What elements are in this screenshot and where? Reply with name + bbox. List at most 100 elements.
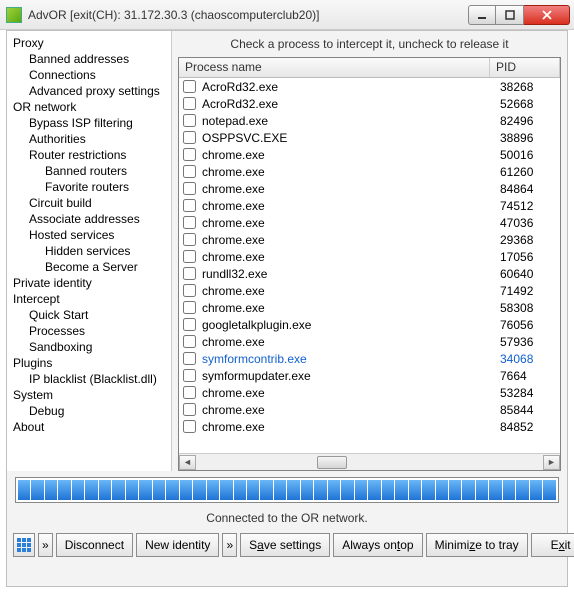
process-name: AcroRd32.exe [202, 97, 500, 111]
process-checkbox[interactable] [183, 216, 196, 229]
col-process-name[interactable]: Process name [179, 58, 490, 77]
process-checkbox[interactable] [183, 386, 196, 399]
tree-item[interactable]: IP blacklist (Blacklist.dll) [9, 371, 169, 387]
expand-icon-button[interactable] [13, 533, 35, 557]
tree-item[interactable]: OR network [9, 99, 169, 115]
tree-item[interactable]: Authorities [9, 131, 169, 147]
process-row[interactable]: chrome.exe17056 [179, 248, 560, 265]
process-row[interactable]: chrome.exe84864 [179, 180, 560, 197]
process-row[interactable]: AcroRd32.exe38268 [179, 78, 560, 95]
process-row[interactable]: chrome.exe74512 [179, 197, 560, 214]
tree-item[interactable]: Hidden services [9, 243, 169, 259]
process-row[interactable]: chrome.exe57936 [179, 333, 560, 350]
process-checkbox[interactable] [183, 97, 196, 110]
process-checkbox[interactable] [183, 335, 196, 348]
tree-item[interactable]: Processes [9, 323, 169, 339]
scroll-track[interactable] [196, 455, 543, 470]
process-row[interactable]: symformupdater.exe7664 [179, 367, 560, 384]
process-row[interactable]: chrome.exe29368 [179, 231, 560, 248]
tree-item[interactable]: Debug [9, 403, 169, 419]
tree-item[interactable]: Router restrictions [9, 147, 169, 163]
tree-item-label: Circuit build [29, 196, 92, 210]
tree-item-label: Private identity [13, 276, 92, 290]
progress-segment [368, 480, 380, 500]
process-checkbox[interactable] [183, 131, 196, 144]
process-checkbox[interactable] [183, 284, 196, 297]
progress-segment [180, 480, 192, 500]
progress-segment [462, 480, 474, 500]
tree-item[interactable]: Banned routers [9, 163, 169, 179]
process-row[interactable]: chrome.exe84852 [179, 418, 560, 435]
process-checkbox[interactable] [183, 352, 196, 365]
process-row[interactable]: chrome.exe58308 [179, 299, 560, 316]
disconnect-button[interactable]: Disconnect [56, 533, 133, 557]
tree-item[interactable]: Proxy [9, 35, 169, 51]
tree-item[interactable]: Connections [9, 67, 169, 83]
col-pid[interactable]: PID [490, 58, 560, 77]
tree-item[interactable]: Plugins [9, 355, 169, 371]
process-row[interactable]: googletalkplugin.exe76056 [179, 316, 560, 333]
process-checkbox[interactable] [183, 114, 196, 127]
expand-arrow-button[interactable]: » [38, 533, 53, 557]
process-checkbox[interactable] [183, 250, 196, 263]
tree-item[interactable]: Circuit build [9, 195, 169, 211]
process-row[interactable]: chrome.exe71492 [179, 282, 560, 299]
nav-tree[interactable]: ProxyBanned addressesConnectionsAdvanced… [7, 31, 172, 471]
minimize-to-tray-button[interactable]: Minimize to tray [426, 533, 528, 557]
process-row[interactable]: notepad.exe82496 [179, 112, 560, 129]
close-button[interactable] [524, 5, 570, 25]
save-settings-button[interactable]: Save settings [240, 533, 330, 557]
process-row[interactable]: chrome.exe47036 [179, 214, 560, 231]
process-checkbox[interactable] [183, 403, 196, 416]
tree-item[interactable]: Become a Server [9, 259, 169, 275]
tree-item[interactable]: Advanced proxy settings [9, 83, 169, 99]
tree-item[interactable]: Private identity [9, 275, 169, 291]
process-row[interactable]: chrome.exe53284 [179, 384, 560, 401]
process-checkbox[interactable] [183, 182, 196, 195]
process-row[interactable]: AcroRd32.exe52668 [179, 95, 560, 112]
progress-bar [15, 477, 559, 503]
process-checkbox[interactable] [183, 199, 196, 212]
h-scrollbar[interactable]: ◄ ► [179, 453, 560, 470]
tree-item[interactable]: Banned addresses [9, 51, 169, 67]
process-checkbox[interactable] [183, 80, 196, 93]
tree-item[interactable]: Hosted services [9, 227, 169, 243]
process-row[interactable]: rundll32.exe60640 [179, 265, 560, 282]
disconnect-label: Disconnect [65, 538, 124, 552]
tree-item[interactable]: Bypass ISP filtering [9, 115, 169, 131]
tree-item[interactable]: Intercept [9, 291, 169, 307]
process-row[interactable]: symformcontrib.exe34068 [179, 350, 560, 367]
tree-item[interactable]: Sandboxing [9, 339, 169, 355]
process-checkbox[interactable] [183, 267, 196, 280]
process-row[interactable]: chrome.exe61260 [179, 163, 560, 180]
scroll-right-icon[interactable]: ► [543, 455, 560, 470]
process-row[interactable]: chrome.exe50016 [179, 146, 560, 163]
process-row[interactable]: chrome.exe85844 [179, 401, 560, 418]
process-checkbox[interactable] [183, 148, 196, 161]
tree-item[interactable]: System [9, 387, 169, 403]
always-on-top-button[interactable]: Always on top [333, 533, 422, 557]
process-checkbox[interactable] [183, 301, 196, 314]
process-checkbox[interactable] [183, 420, 196, 433]
progress-segment [341, 480, 353, 500]
process-checkbox[interactable] [183, 165, 196, 178]
new-identity-menu-button[interactable]: » [222, 533, 237, 557]
tree-item[interactable]: Favorite routers [9, 179, 169, 195]
title-bar: AdvOR [exit(CH): 31.172.30.3 (chaoscompu… [0, 0, 574, 30]
tree-item[interactable]: Associate addresses [9, 211, 169, 227]
minimize-button[interactable] [468, 5, 496, 25]
tree-item[interactable]: About [9, 419, 169, 435]
maximize-button[interactable] [496, 5, 524, 25]
scroll-thumb[interactable] [317, 456, 347, 469]
process-checkbox[interactable] [183, 369, 196, 382]
progress-segment [193, 480, 205, 500]
list-rows[interactable]: AcroRd32.exe38268AcroRd32.exe52668notepa… [179, 78, 560, 453]
exit-button[interactable]: Exit [531, 533, 574, 557]
process-checkbox[interactable] [183, 318, 196, 331]
process-checkbox[interactable] [183, 233, 196, 246]
process-pid: 84864 [500, 182, 560, 196]
scroll-left-icon[interactable]: ◄ [179, 455, 196, 470]
new-identity-button[interactable]: New identity [136, 533, 219, 557]
process-row[interactable]: OSPPSVC.EXE38896 [179, 129, 560, 146]
tree-item[interactable]: Quick Start [9, 307, 169, 323]
